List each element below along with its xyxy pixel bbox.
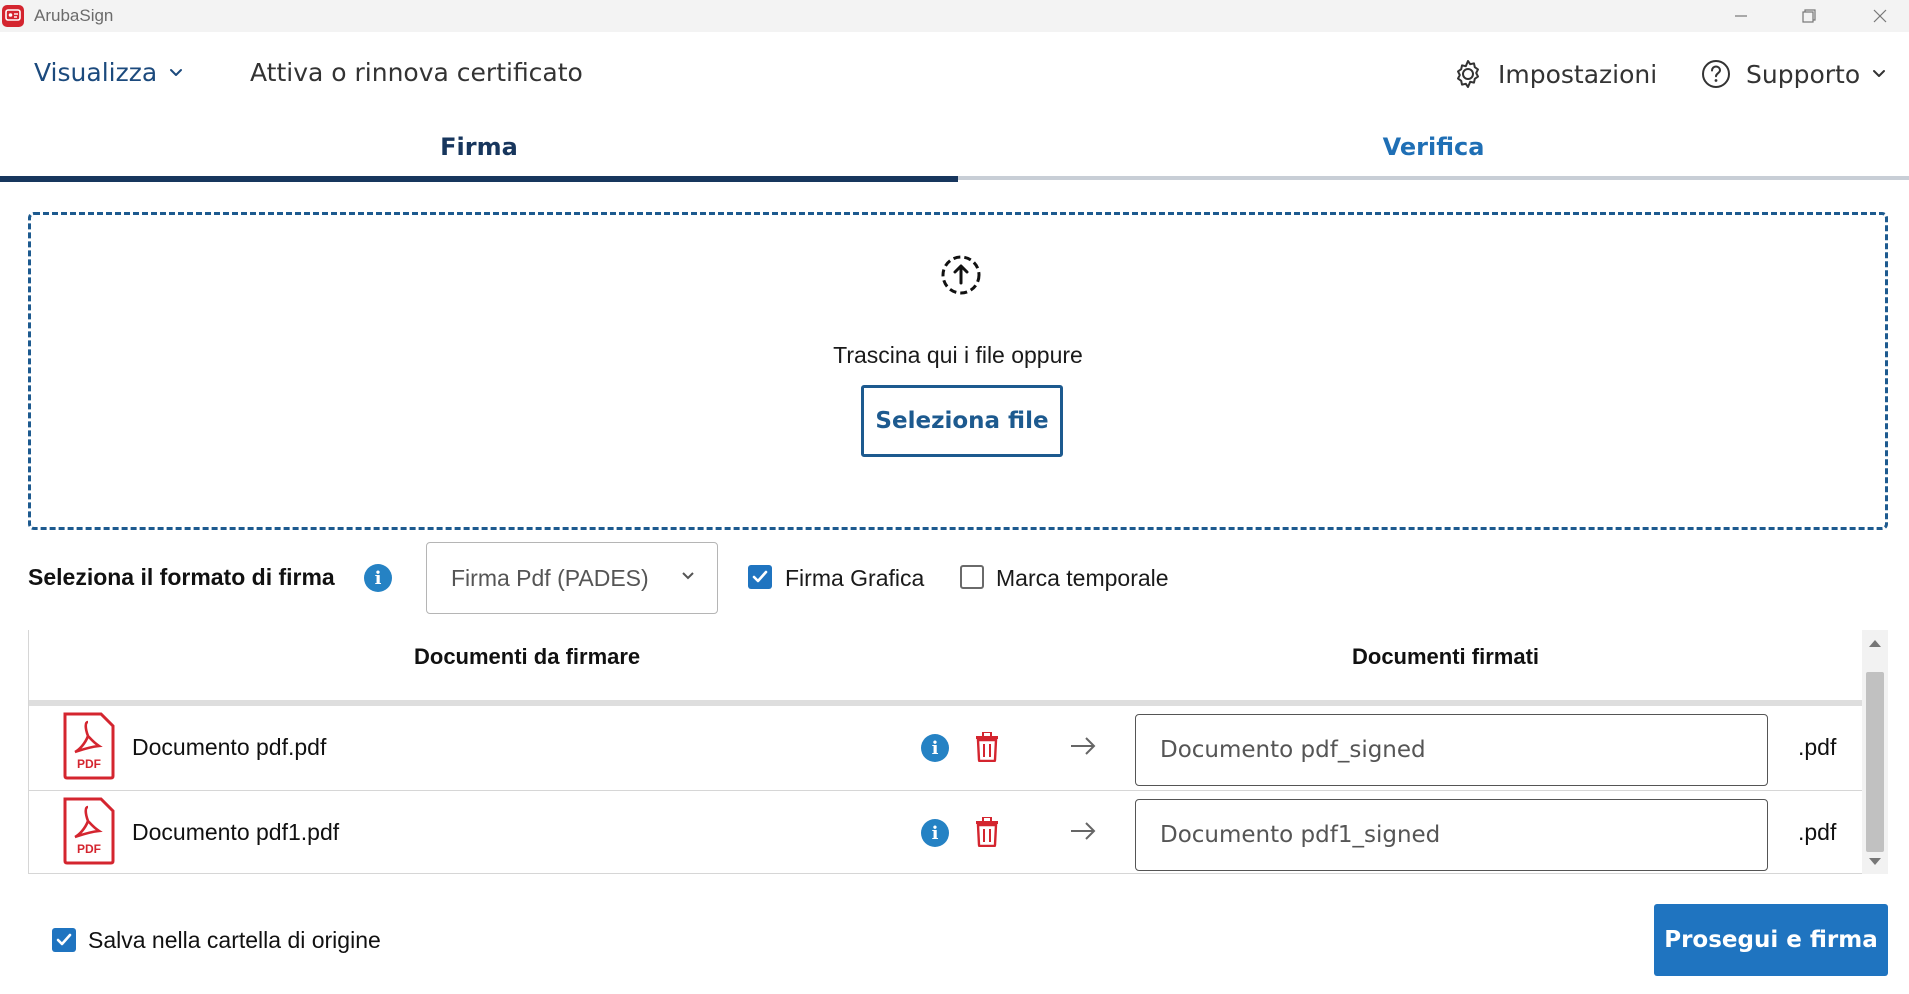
top-menu: Visualizza Attiva o rinnova certificato … [0, 32, 1909, 118]
support-menu[interactable]: Supporto [1700, 58, 1886, 90]
signature-format-label: Seleziona il formato di firma [28, 564, 335, 590]
tab-verify-label: Verifica [1382, 133, 1485, 161]
scroll-down-icon[interactable] [1869, 858, 1881, 865]
arrow-right-icon [1071, 822, 1096, 840]
trash-icon[interactable] [975, 732, 999, 762]
table-scrollbar[interactable] [1862, 630, 1888, 874]
file-extension: .pdf [1798, 734, 1837, 760]
scroll-thumb[interactable] [1866, 672, 1884, 852]
app-title: ArubaSign [34, 6, 114, 25]
file-drop-zone[interactable]: Trascina qui i file oppure Seleziona fil… [28, 212, 1888, 530]
column-header-to-sign: Documenti da firmare [414, 644, 641, 669]
close-button[interactable] [1851, 0, 1909, 32]
gear-icon [1457, 60, 1479, 88]
documents-table: Documenti da firmare Documenti firmati P… [28, 630, 1863, 874]
signed-filename-input[interactable] [1135, 714, 1768, 786]
chevron-down-icon [1873, 70, 1886, 77]
tab-sign-label: Firma [440, 133, 518, 161]
scroll-up-icon[interactable] [1869, 640, 1881, 647]
file-extension: .pdf [1798, 819, 1837, 845]
document-info-icon[interactable]: i [921, 819, 949, 847]
tab-verify[interactable]: Verifica [958, 118, 1909, 180]
support-menu-label: Supporto [1746, 59, 1861, 89]
pdf-file-icon: PDF [63, 712, 115, 780]
trash-icon[interactable] [975, 817, 999, 847]
settings-menu-label: Impostazioni [1498, 59, 1658, 89]
document-info-icon[interactable]: i [921, 734, 949, 762]
settings-menu[interactable]: Impostazioni [1452, 58, 1657, 90]
help-icon [1702, 60, 1730, 88]
graphic-signature-checkbox[interactable] [748, 565, 772, 589]
pdf-badge: PDF [77, 842, 101, 856]
close-icon [1873, 9, 1887, 23]
checkmark-icon [56, 933, 72, 946]
save-in-origin-checkbox[interactable] [52, 928, 76, 952]
timestamp-label: Marca temporale [996, 565, 1169, 591]
certificate-menu-label: Attiva o rinnova certificato [250, 58, 583, 87]
table-row: PDF Documento pdf1.pdf i .pdf [29, 791, 1863, 873]
format-info-icon[interactable]: i [364, 564, 392, 592]
proceed-and-sign-button[interactable]: Prosegui e firma [1654, 904, 1888, 976]
minimize-button[interactable] [1712, 0, 1770, 32]
restore-icon [1802, 9, 1816, 23]
restore-button[interactable] [1780, 0, 1838, 32]
minimize-icon [1735, 15, 1747, 17]
pdf-file-icon: PDF [63, 797, 115, 865]
graphic-signature-label: Firma Grafica [785, 565, 925, 591]
upload-icon [941, 255, 981, 295]
arrow-right-icon [1071, 737, 1096, 755]
tab-bar: Firma Verifica [0, 118, 1909, 182]
title-bar: ArubaSign [0, 0, 1909, 32]
timestamp-checkbox[interactable] [960, 565, 984, 589]
column-header-signed: Documenti firmati [1352, 644, 1540, 669]
select-file-button[interactable]: Seleziona file [861, 385, 1063, 457]
table-row: PDF Documento pdf.pdf i .pdf [29, 706, 1863, 788]
view-menu-label: Visualizza [34, 58, 158, 87]
signature-format-select[interactable]: Firma Pdf (PADES) [426, 542, 718, 614]
checkmark-icon [752, 570, 768, 583]
tab-sign[interactable]: Firma [0, 118, 958, 182]
chevron-down-icon [170, 68, 183, 76]
view-menu[interactable]: Visualizza [34, 58, 183, 87]
arubasign-logo-icon [2, 5, 24, 27]
pdf-badge: PDF [77, 757, 101, 771]
save-in-origin-label: Salva nella cartella di origine [88, 927, 381, 953]
document-name: Documento pdf.pdf [132, 734, 327, 760]
signed-filename-input[interactable] [1135, 799, 1768, 871]
chevron-down-icon [682, 572, 694, 580]
certificate-menu[interactable]: Attiva o rinnova certificato [250, 58, 583, 87]
signature-format-value: Firma Pdf (PADES) [451, 564, 649, 591]
document-name: Documento pdf1.pdf [132, 819, 340, 845]
drop-instructions: Trascina qui i file oppure [833, 342, 1083, 368]
